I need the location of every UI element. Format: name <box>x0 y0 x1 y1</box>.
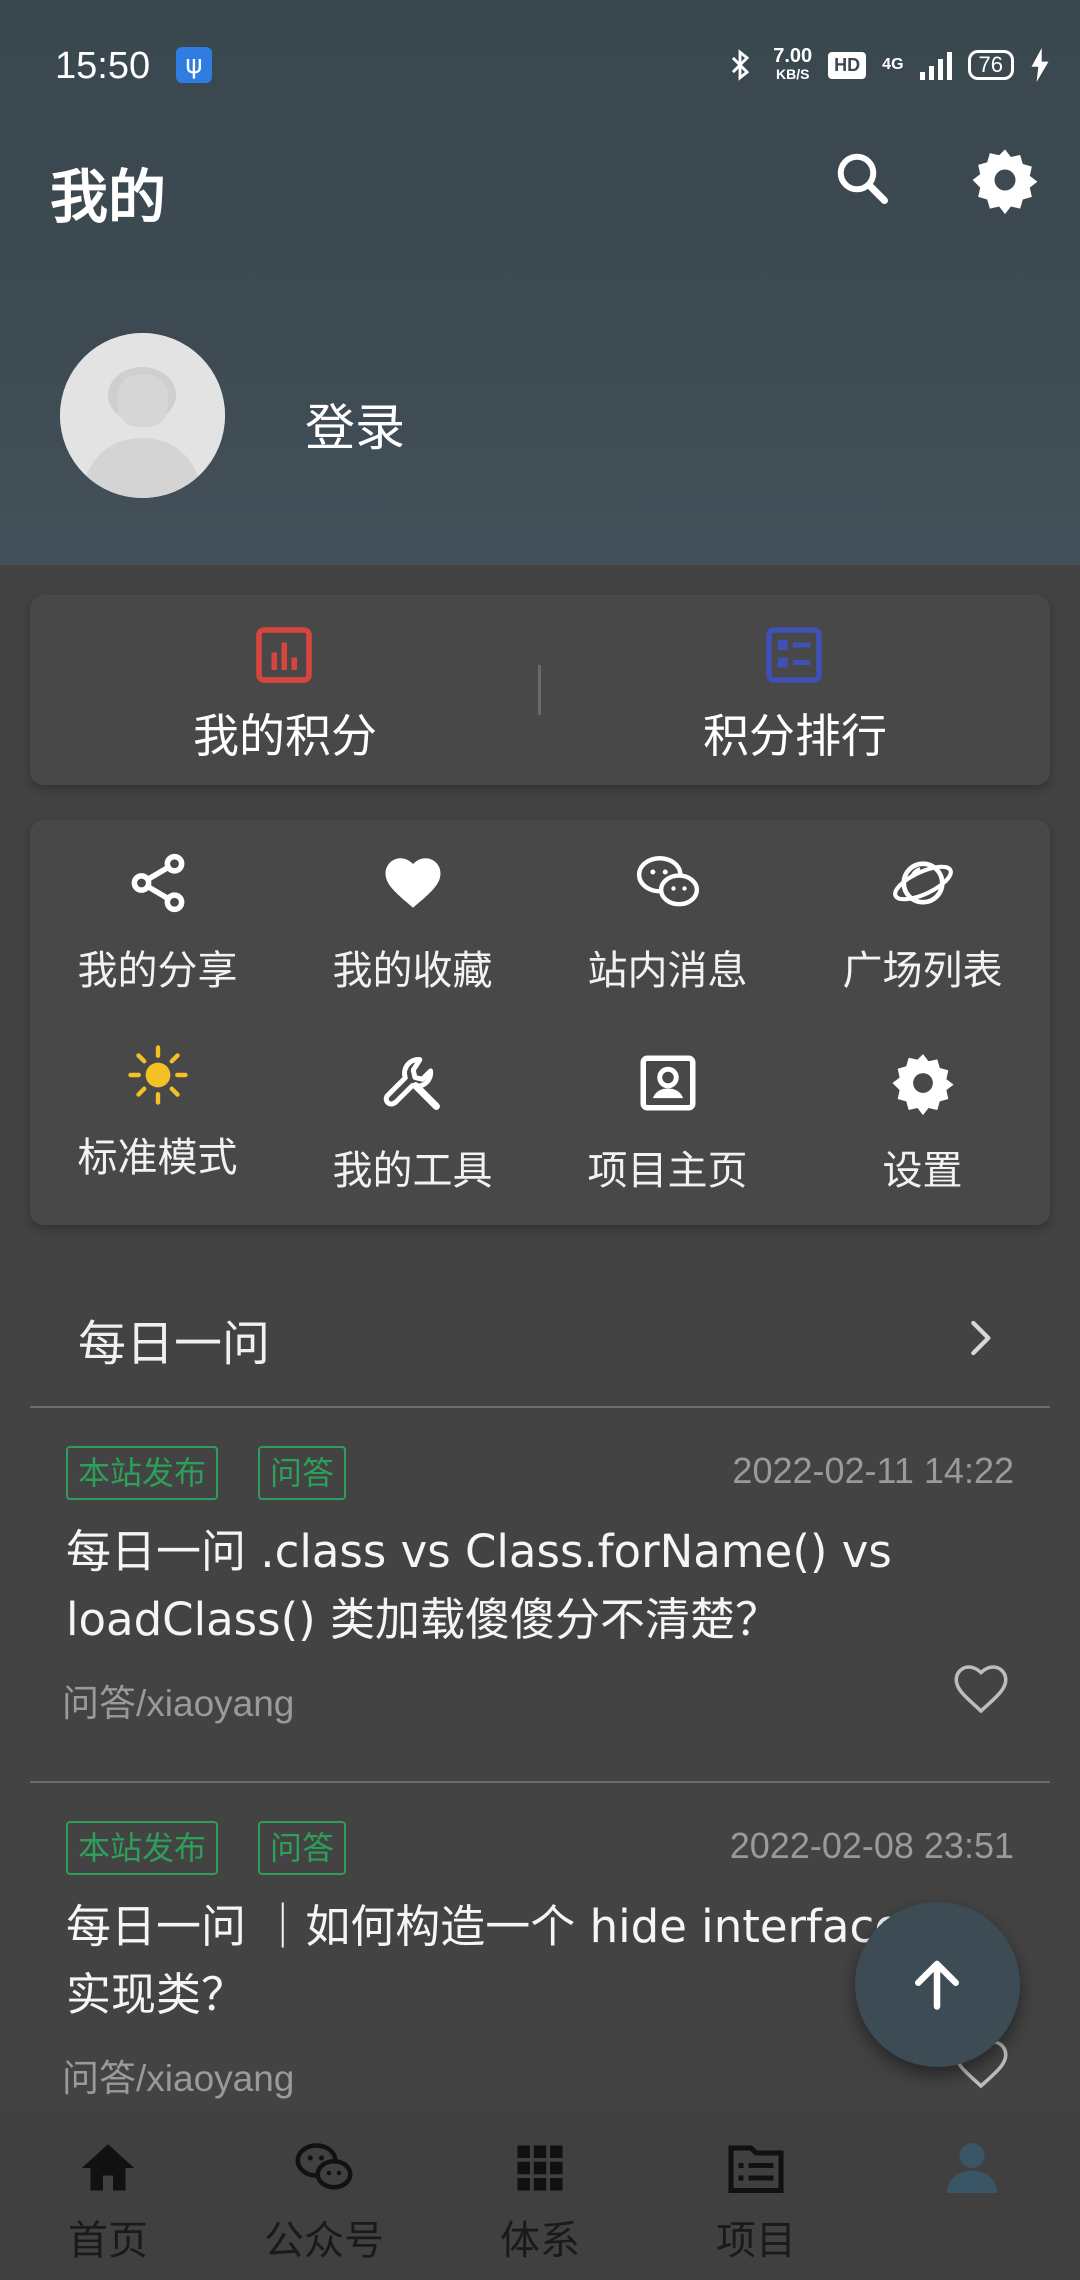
chevron-right-icon <box>971 1320 991 1356</box>
share-icon <box>131 853 185 913</box>
article-author: 问答/xiaoyang <box>62 2058 295 2099</box>
grid-item-label: 项目主页 <box>587 1148 748 1194</box>
heart-icon <box>385 858 441 908</box>
battery-level: 76 <box>967 50 1014 80</box>
ranking-list-icon <box>766 627 822 683</box>
tag-badge: 本站发布 <box>66 1821 219 1875</box>
grid-item-label: 我的收藏 <box>332 948 493 994</box>
settings-gear-icon[interactable] <box>970 145 1040 215</box>
article-title: 每日一问 ｜如何构造一个 hide interface 的实现类？ <box>66 1900 962 2021</box>
person-icon <box>947 2143 997 2193</box>
wechat-icon <box>295 2143 353 2190</box>
speed-value: 7.00 <box>773 45 813 67</box>
grid-item-label: 设置 <box>882 1148 963 1194</box>
section-title: 每日一问 <box>78 1316 271 1372</box>
arrow-up-icon <box>915 1960 959 2010</box>
grid-item-label: 标准模式 <box>77 1135 238 1181</box>
grid-item-label: 站内消息 <box>587 948 748 994</box>
article-author: 问答/xiaoyang <box>62 1683 295 1724</box>
tag-badge: 问答 <box>258 1446 347 1500</box>
profile-header: 15:50 ψ 7.00 KB/S HD 4G 76 我的 登录 <box>0 0 1080 565</box>
gear-icon <box>892 1054 954 1116</box>
wechat-icon <box>636 856 700 907</box>
scroll-to-top-button[interactable] <box>855 1902 1020 2067</box>
home-icon <box>81 2144 135 2191</box>
grid-item-my-share[interactable]: 我的分享 <box>30 820 285 1010</box>
status-time: 15:50 <box>55 45 151 87</box>
grid-item-messages[interactable]: 站内消息 <box>540 820 795 1010</box>
status-right-group: 7.00 KB/S HD 4G 76 <box>723 45 1050 85</box>
points-ranking-label: 积分排行 <box>703 709 887 763</box>
nav-label: 体系 <box>500 2218 580 2264</box>
nav-label: 项目 <box>716 2218 796 2264</box>
grid-item-my-tools[interactable]: 我的工具 <box>285 1020 540 1210</box>
grid-item-my-favorites[interactable]: 我的收藏 <box>285 820 540 1010</box>
grid-item-label: 广场列表 <box>842 948 1003 994</box>
nav-label: 首页 <box>68 2218 148 2264</box>
bar-chart-icon <box>256 627 312 683</box>
grid-item-project-home[interactable]: 项目主页 <box>540 1020 795 1210</box>
grid-item-settings[interactable]: 设置 <box>795 1020 1050 1210</box>
search-icon[interactable] <box>832 148 892 208</box>
bottom-navigation: 首页 公众号 体系 项目 <box>0 2112 1080 2280</box>
grid-icon <box>517 2145 563 2191</box>
signal-icon <box>919 50 952 80</box>
article-date: 2022-02-11 14:22 <box>732 1450 1014 1491</box>
my-points-label: 我的积分 <box>193 709 377 763</box>
speed-unit: KB/S <box>775 66 810 82</box>
grid-item-square-list[interactable]: 广场列表 <box>795 820 1050 1010</box>
sun-icon <box>128 1045 188 1105</box>
grid-item-standard-mode[interactable]: 标准模式 <box>30 1020 285 1210</box>
hd-badge: HD <box>828 51 867 79</box>
nav-mine[interactable] <box>864 2112 1080 2280</box>
avatar-placeholder-icon <box>60 333 225 498</box>
nav-system[interactable]: 体系 <box>432 2112 648 2280</box>
nav-label: 公众号 <box>264 2218 384 2264</box>
points-card: 我的积分 积分排行 <box>30 595 1050 785</box>
points-ranking-button[interactable]: 积分排行 <box>540 595 1050 785</box>
page-title: 我的 <box>50 163 167 231</box>
bluetooth-icon <box>732 49 750 81</box>
login-label[interactable]: 登录 <box>305 388 405 460</box>
tag-badge: 本站发布 <box>66 1446 219 1500</box>
folder-icon <box>728 2145 784 2193</box>
heart-outline-icon[interactable] <box>948 1656 1014 1722</box>
nav-project[interactable]: 项目 <box>648 2112 864 2280</box>
daily-question-header[interactable]: 每日一问 <box>30 1268 1050 1408</box>
function-grid-card: 我的分享 我的收藏 站内消息 广场列表 标准模式 我的工具 项目主页 设置 <box>30 820 1050 1225</box>
grid-item-label: 我的分享 <box>77 948 238 994</box>
status-bar: 15:50 ψ 7.00 KB/S HD 4G 76 <box>0 0 1080 130</box>
nav-home[interactable]: 首页 <box>0 2112 216 2280</box>
wrench-icon <box>383 1057 440 1110</box>
grid-item-label: 我的工具 <box>332 1148 493 1194</box>
network-type: 4G <box>882 56 904 73</box>
avatar[interactable] <box>60 333 225 498</box>
article-item[interactable]: 本站发布 问答 2022-02-11 14:22 每日一问 .class vs … <box>30 1408 1050 1783</box>
my-points-button[interactable]: 我的积分 <box>30 595 540 785</box>
planet-icon <box>893 861 953 905</box>
nav-wechat-account[interactable]: 公众号 <box>216 2112 432 2280</box>
contact-card-icon <box>640 1055 696 1111</box>
article-title: 每日一问 .class vs Class.forName() vs loadCl… <box>66 1525 892 1646</box>
article-date: 2022-02-08 23:51 <box>729 1825 1014 1866</box>
network-speed: 7.00 KB/S <box>773 45 813 83</box>
usb-icon: ψ <box>176 47 212 83</box>
tag-badge: 问答 <box>258 1821 347 1875</box>
charging-icon <box>1031 48 1049 82</box>
